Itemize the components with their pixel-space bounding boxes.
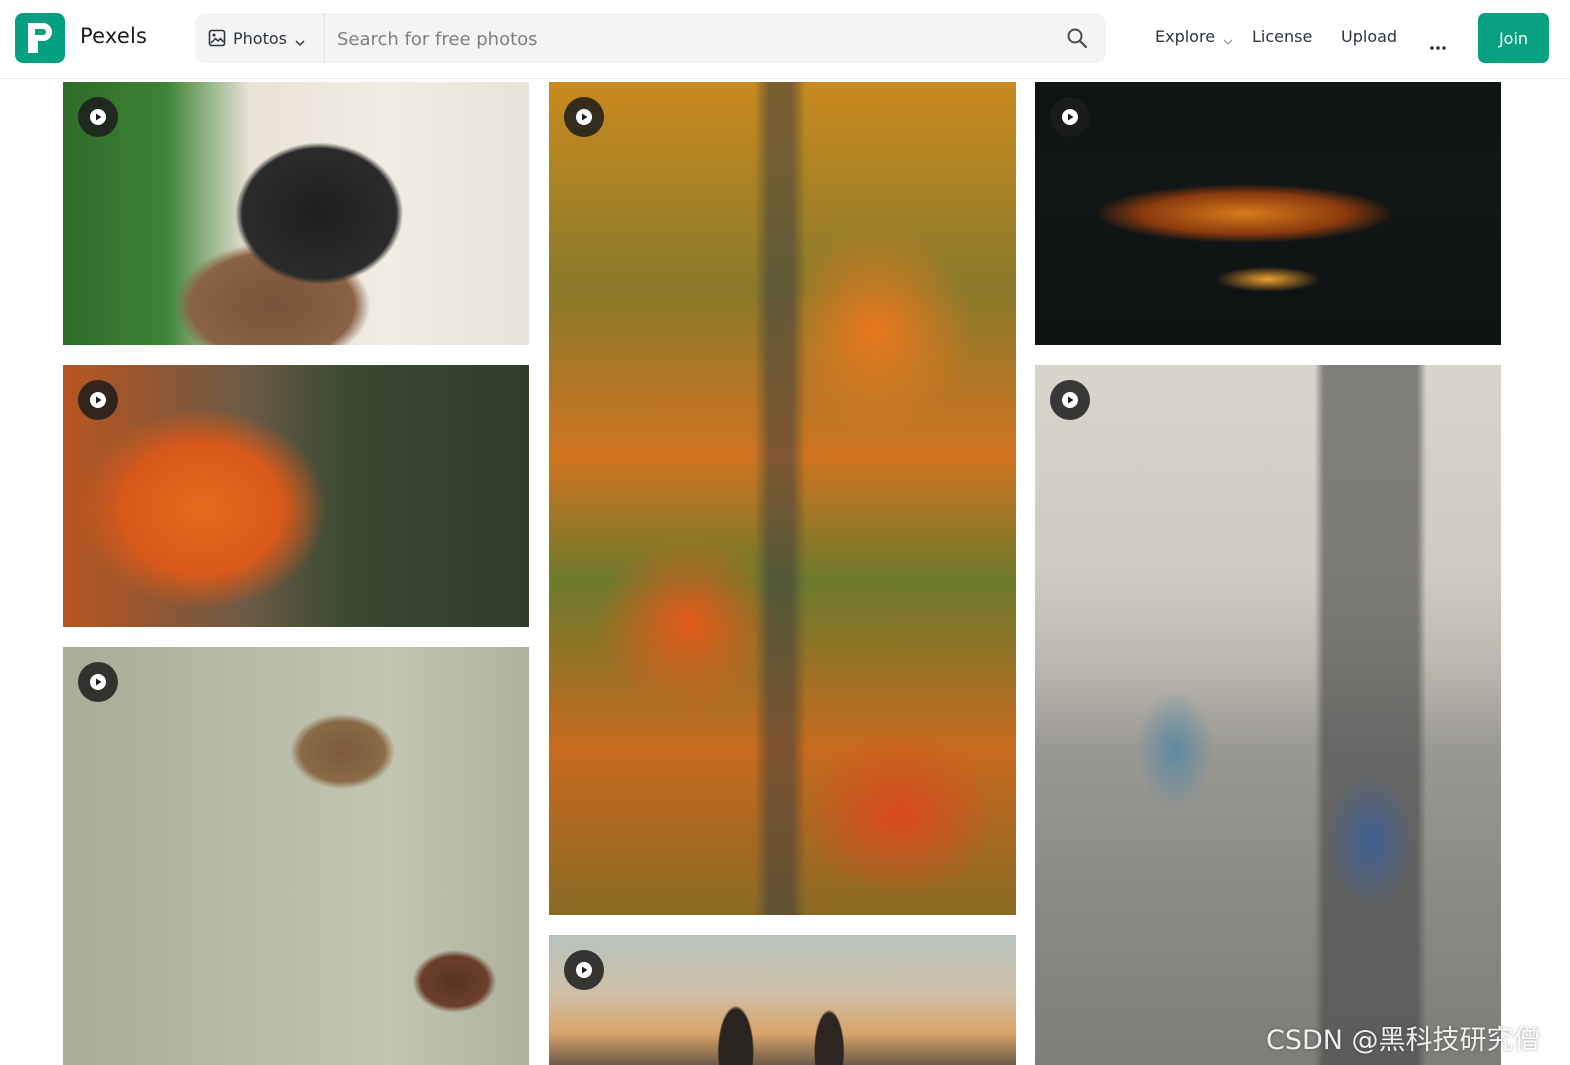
search-input[interactable]	[335, 20, 1039, 58]
play-icon	[78, 380, 118, 420]
play-icon	[1050, 380, 1090, 420]
top-navbar: Pexels Photos Explore Lice	[0, 0, 1570, 79]
search-bar: Photos	[195, 13, 1106, 63]
video-tile[interactable]	[1035, 82, 1501, 345]
search-icon[interactable]	[1066, 27, 1088, 49]
watermark-text: CSDN @黑科技研究僧	[1266, 1025, 1541, 1056]
video-tile[interactable]	[1035, 365, 1501, 1065]
nav-upload[interactable]: Upload	[1341, 27, 1397, 46]
join-button[interactable]: Join	[1478, 13, 1549, 63]
video-tile[interactable]	[549, 935, 1016, 1065]
video-tile[interactable]	[63, 647, 529, 1065]
more-options-icon[interactable]	[1429, 36, 1447, 50]
video-tile[interactable]	[63, 82, 529, 345]
image-icon	[208, 29, 226, 47]
play-icon	[78, 662, 118, 702]
video-tile[interactable]	[63, 365, 529, 627]
chevron-down-icon	[1223, 32, 1233, 45]
play-icon	[564, 97, 604, 137]
media-type-label: Photos	[233, 28, 287, 48]
brand-name[interactable]: Pexels	[80, 24, 147, 48]
play-icon	[1050, 97, 1090, 137]
pexels-logo-icon[interactable]	[15, 13, 65, 63]
play-icon	[78, 97, 118, 137]
media-type-dropdown[interactable]: Photos	[195, 13, 325, 63]
video-tile[interactable]	[549, 82, 1016, 915]
nav-license[interactable]: License	[1252, 27, 1312, 46]
play-icon	[564, 950, 604, 990]
nav-explore[interactable]: Explore	[1155, 27, 1215, 46]
chevron-down-icon	[295, 33, 305, 47]
